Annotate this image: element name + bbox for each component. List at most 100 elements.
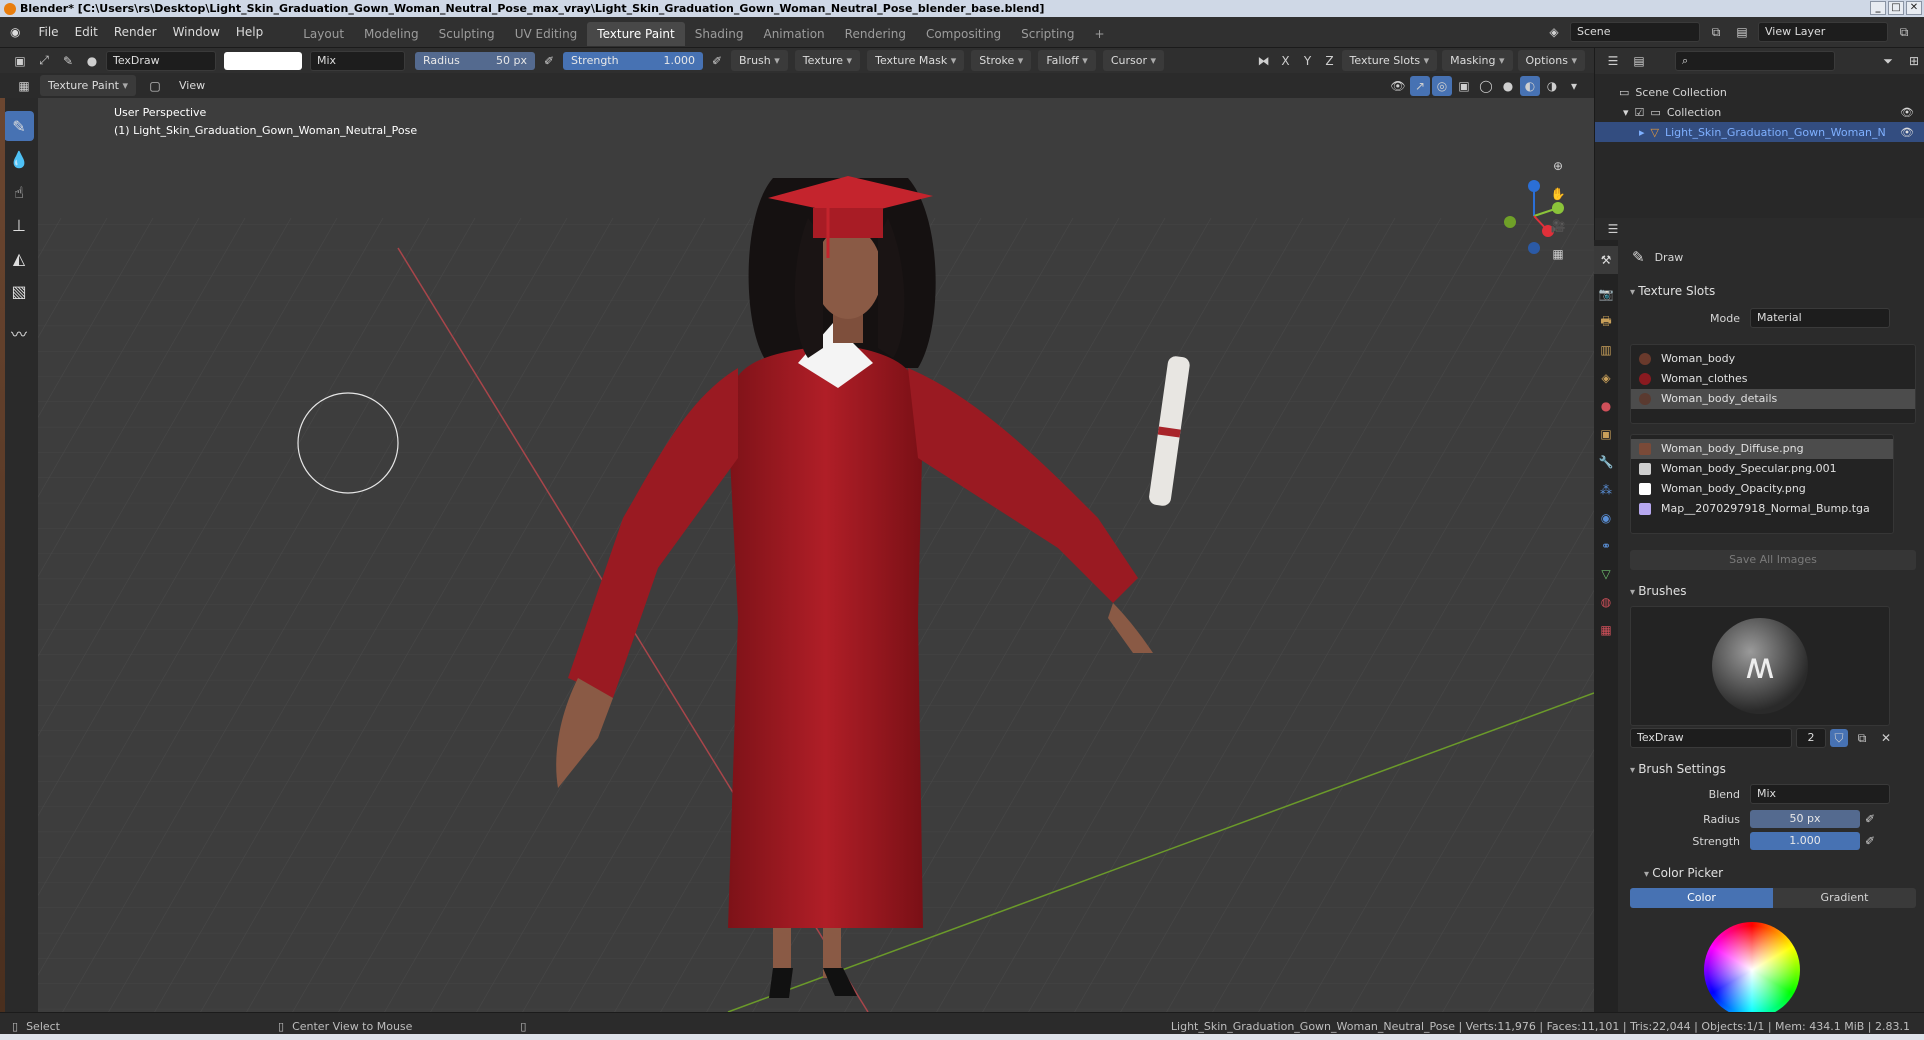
- brushes-panel-header[interactable]: Brushes: [1620, 580, 1920, 602]
- scene-tab-icon[interactable]: ◈: [1594, 364, 1618, 392]
- texture-slots-dropdown[interactable]: Texture Slots: [1341, 50, 1438, 71]
- particles-tab-icon[interactable]: ⁂: [1594, 476, 1618, 504]
- gizmo-z-axis[interactable]: [1528, 180, 1540, 192]
- material-shading-icon[interactable]: ◐: [1520, 75, 1540, 96]
- clone-tool-icon[interactable]: ⊥: [4, 210, 34, 240]
- add-workspace-button[interactable]: +: [1085, 22, 1115, 46]
- brush-name-field[interactable]: TexDraw: [106, 50, 216, 71]
- pan-hand-icon[interactable]: ✋: [1548, 184, 1568, 204]
- strength-pressure-icon[interactable]: ✐: [1860, 831, 1880, 851]
- gradient-tab[interactable]: Gradient: [1773, 888, 1916, 908]
- tab-sculpting[interactable]: Sculpting: [429, 22, 505, 46]
- close-button[interactable]: ✕: [1906, 1, 1922, 15]
- radius-pressure-icon[interactable]: ✐: [539, 51, 559, 71]
- tab-uv-editing[interactable]: UV Editing: [505, 22, 588, 46]
- rendered-shading-icon[interactable]: ◑: [1542, 76, 1562, 96]
- blender-menu-icon[interactable]: ◉: [0, 17, 30, 48]
- zoom-icon[interactable]: ⊕: [1548, 156, 1568, 176]
- list-item[interactable]: Map__2070297918_Normal_Bump.tga: [1631, 499, 1893, 519]
- shading-options-icon[interactable]: ▾: [1564, 76, 1584, 96]
- soften-tool-icon[interactable]: 💧: [4, 144, 34, 174]
- brush-settings-panel-header[interactable]: Brush Settings: [1620, 758, 1920, 780]
- fake-user-icon[interactable]: ⛉: [1830, 729, 1848, 747]
- smear-tool-icon[interactable]: ☝: [4, 177, 34, 207]
- properties-editor-icon[interactable]: ☰: [1603, 219, 1623, 239]
- tool-select-icon[interactable]: ⤢: [34, 51, 54, 71]
- paint-mask-icon[interactable]: ▢: [145, 76, 165, 96]
- color-picker-panel-header[interactable]: Color Picker: [1620, 862, 1920, 884]
- eye-icon[interactable]: 👁: [1900, 126, 1924, 139]
- new-collection-icon[interactable]: ⊞: [1904, 51, 1924, 71]
- scene-selector[interactable]: Scene: [1570, 22, 1700, 42]
- tab-modeling[interactable]: Modeling: [354, 22, 429, 46]
- radius-slider[interactable]: 50 px: [1750, 810, 1860, 828]
- list-item[interactable]: Woman_body_Diffuse.png: [1631, 439, 1893, 459]
- mirror-z-toggle[interactable]: Z: [1320, 51, 1340, 71]
- tab-shading[interactable]: Shading: [685, 22, 754, 46]
- ortho-grid-icon[interactable]: ▦: [1548, 244, 1568, 264]
- maximize-button[interactable]: □: [1888, 1, 1904, 15]
- mode-dropdown[interactable]: Texture Paint: [40, 75, 137, 96]
- options-dropdown[interactable]: Options: [1517, 50, 1585, 71]
- new-scene-icon[interactable]: ⧉: [1706, 22, 1726, 42]
- output-tab-icon[interactable]: 🖶: [1594, 308, 1618, 336]
- radius-slider[interactable]: Radius 50 px: [415, 51, 535, 70]
- stroke-dropdown[interactable]: Stroke: [971, 50, 1032, 71]
- brush-preview[interactable]: ʍ: [1630, 606, 1890, 726]
- cursor-dropdown[interactable]: Cursor: [1102, 50, 1165, 71]
- duplicate-brush-icon[interactable]: ⧉: [1852, 728, 1872, 748]
- blend-dropdown[interactable]: Mix: [1750, 784, 1890, 804]
- mode-dropdown[interactable]: Material: [1750, 308, 1890, 328]
- list-item[interactable]: Woman_body: [1631, 349, 1915, 369]
- new-view-layer-icon[interactable]: ⧉: [1894, 22, 1914, 42]
- modifier-tab-icon[interactable]: 🔧: [1594, 448, 1618, 476]
- overlay-toggle-icon[interactable]: ◎: [1432, 75, 1452, 96]
- texture-tab-icon[interactable]: ▦: [1594, 616, 1618, 644]
- 3d-viewport[interactable]: User Perspective (1) Light_Skin_Graduati…: [38, 98, 1594, 1012]
- xray-icon[interactable]: ▣: [1454, 76, 1474, 96]
- physics-tab-icon[interactable]: ◉: [1594, 504, 1618, 532]
- world-tab-icon[interactable]: ●: [1594, 392, 1618, 420]
- menu-edit[interactable]: Edit: [67, 17, 106, 48]
- draw-tool-icon[interactable]: ✎: [4, 111, 34, 141]
- texture-mask-dropdown[interactable]: Texture Mask: [867, 50, 965, 71]
- expand-arrow-icon[interactable]: ▾: [1623, 106, 1629, 119]
- radius-pressure-icon[interactable]: ✐: [1860, 809, 1880, 829]
- outliner-search-input[interactable]: ⌕: [1675, 51, 1835, 71]
- menu-render[interactable]: Render: [106, 17, 165, 48]
- tab-rendering[interactable]: Rendering: [835, 22, 916, 46]
- material-tab-icon[interactable]: ◍: [1594, 588, 1618, 616]
- expand-arrow-icon[interactable]: ▸: [1639, 126, 1645, 139]
- filter-icon[interactable]: ⏷: [1878, 51, 1898, 71]
- unlink-brush-icon[interactable]: ✕: [1876, 728, 1896, 748]
- minimize-button[interactable]: _: [1870, 1, 1886, 15]
- outliner-object-row[interactable]: ▸ ▽ Light_Skin_Graduation_Gown_Woman_Neu…: [1595, 122, 1924, 142]
- render-tab-icon[interactable]: 📷: [1594, 280, 1618, 308]
- editor-type-icon[interactable]: ▦: [14, 76, 34, 96]
- masking-dropdown[interactable]: Masking: [1442, 50, 1513, 71]
- outliner-editor-icon[interactable]: ☰: [1603, 51, 1623, 71]
- mask-tool-icon[interactable]: ▧: [4, 276, 34, 306]
- tab-texture-paint[interactable]: Texture Paint: [587, 21, 685, 46]
- strength-slider[interactable]: Strength 1.000: [563, 51, 703, 70]
- strength-slider[interactable]: 1.000: [1750, 832, 1860, 850]
- menu-window[interactable]: Window: [165, 17, 228, 48]
- data-tab-icon[interactable]: ▽: [1594, 560, 1618, 588]
- tool-tab-icon[interactable]: ⚒: [1594, 246, 1618, 274]
- save-all-images-button[interactable]: Save All Images: [1630, 550, 1916, 570]
- tab-animation[interactable]: Animation: [753, 22, 834, 46]
- list-item[interactable]: Woman_body_Opacity.png: [1631, 479, 1893, 499]
- constraints-tab-icon[interactable]: ⚭: [1594, 532, 1618, 560]
- object-tab-icon[interactable]: ▣: [1594, 420, 1618, 448]
- annotate-tool-icon[interactable]: 〰: [4, 318, 34, 348]
- color-tab[interactable]: Color: [1630, 888, 1773, 908]
- brush-color-swatch[interactable]: [224, 51, 302, 70]
- view-menu[interactable]: View: [171, 73, 213, 98]
- tab-layout[interactable]: Layout: [293, 22, 354, 46]
- outliner-collection[interactable]: ▾ ☑ ▭ Collection 👁: [1595, 102, 1924, 122]
- brush-browse-icon[interactable]: ●: [82, 51, 102, 71]
- color-wheel[interactable]: [1704, 922, 1800, 1012]
- list-item[interactable]: Woman_clothes: [1631, 369, 1915, 389]
- eye-icon[interactable]: 👁: [1900, 106, 1924, 119]
- list-item[interactable]: Woman_body_Specular.png.001: [1631, 459, 1893, 479]
